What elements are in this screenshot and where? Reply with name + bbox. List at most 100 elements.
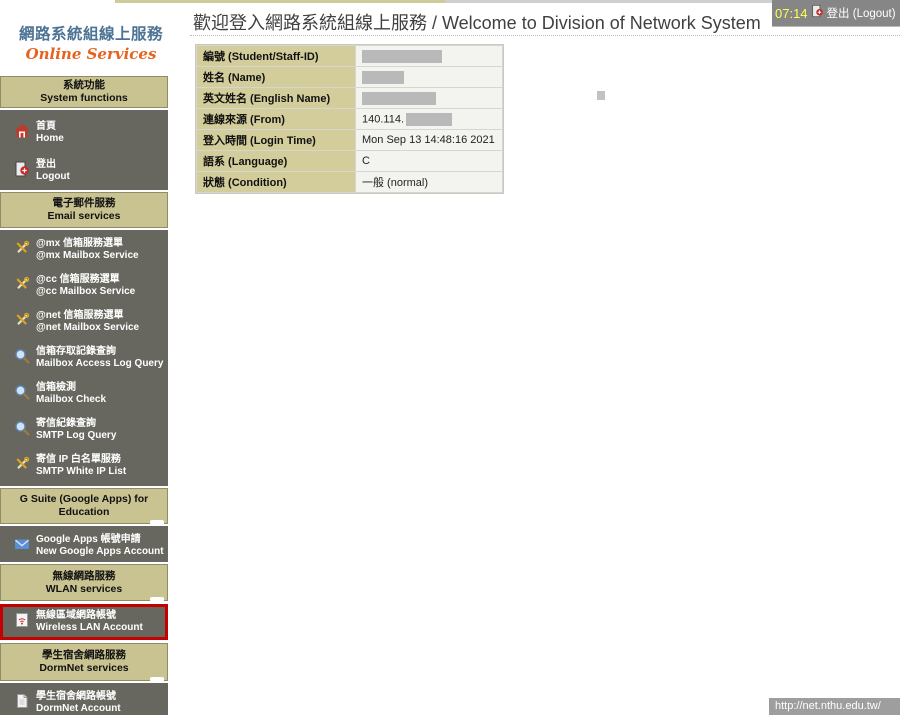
sidebar-item-net-mailbox-service[interactable]: @net 信箱服務選單@net Mailbox Service xyxy=(0,304,168,340)
sidebar-section-email-services: 電子郵件服務 Email services xyxy=(0,192,168,228)
browser-page: 網路系統組線上服務 Online Services 歡迎登入網路系統組線上服務 … xyxy=(0,0,900,715)
redacted-value xyxy=(406,113,452,126)
menu-block-system: 首頁Home 登出Logout xyxy=(0,110,168,190)
home-icon xyxy=(14,123,30,144)
sidebar-item-mailbox-check[interactable]: 信箱檢測Mailbox Check xyxy=(0,376,168,412)
section-header-en: System functions xyxy=(1,92,167,105)
menu-block-wlan-highlighted: 無線區域網路帳號Wireless LAN Account xyxy=(0,604,168,640)
sidebar-item-wireless-lan-account[interactable]: 無線區域網路帳號Wireless LAN Account xyxy=(3,607,165,637)
sidebar-item-cc-mailbox-service[interactable]: @cc 信箱服務選單@cc Mailbox Service xyxy=(0,268,168,304)
row-label: 姓名 (Name) xyxy=(197,67,355,87)
header-dash-decoration xyxy=(150,677,164,682)
section-header-cn: 學生宿舍網路服務 xyxy=(1,649,167,662)
sidebar-item-mx-mailbox-service[interactable]: @mx 信箱服務選單@mx Mailbox Service xyxy=(0,232,168,268)
row-label: 狀態 (Condition) xyxy=(197,172,355,192)
sidebar-section-system-functions: 系統功能 System functions xyxy=(0,76,168,108)
sidebar-item-home[interactable]: 首頁Home xyxy=(0,114,168,152)
sidebar-item-label: 信箱存取記錄查詢Mailbox Access Log Query xyxy=(36,346,163,370)
logout-label: 登出 (Logout) xyxy=(827,5,896,21)
tools-icon xyxy=(14,276,30,297)
row-value: Mon Sep 13 14:48:16 2021 xyxy=(356,130,502,150)
magnifier-icon xyxy=(14,420,30,441)
section-header-en: WLAN services xyxy=(1,583,167,596)
sidebar-item-dormnet-account[interactable]: 學生宿舍網路帳號DormNet Account xyxy=(0,685,168,715)
broken-image-placeholder xyxy=(597,91,605,100)
menu-block-gsuite: Google Apps 帳號申請New Google Apps Account xyxy=(0,526,168,562)
status-bar: http://net.nthu.edu.tw/ xyxy=(769,698,900,715)
table-row: 狀態 (Condition) 一般 (normal) xyxy=(197,172,502,192)
redacted-value xyxy=(362,71,404,84)
title-divider xyxy=(190,35,900,36)
document-icon xyxy=(14,693,30,714)
sidebar-section-gsuite: G Suite (Google Apps) for Education xyxy=(0,488,168,524)
row-label: 編號 (Student/Staff-ID) xyxy=(197,46,355,66)
row-label: 連線來源 (From) xyxy=(197,109,355,129)
row-label: 英文姓名 (English Name) xyxy=(197,88,355,108)
header-dash-decoration xyxy=(150,597,164,602)
sidebar-item-label: 登出Logout xyxy=(36,159,70,183)
header-dash-decoration xyxy=(150,520,164,525)
table-row: 連線來源 (From) 140.114. xyxy=(197,109,502,129)
row-value: 140.114. xyxy=(356,109,502,129)
magnifier-icon xyxy=(14,384,30,405)
clock-time: 07:14 xyxy=(775,6,808,21)
top-edge-strip-tan xyxy=(115,0,445,3)
magnifier-icon xyxy=(14,348,30,369)
sidebar-item-label: 無線區域網路帳號Wireless LAN Account xyxy=(36,610,143,634)
sidebar-item-logout[interactable]: 登出Logout xyxy=(0,152,168,190)
envelope-icon xyxy=(14,536,30,557)
tools-icon xyxy=(14,240,30,261)
site-logo-english: Online Services xyxy=(8,45,174,63)
section-header-en: DormNet services xyxy=(1,662,167,675)
section-header-line1: G Suite (Google Apps) for xyxy=(1,493,167,506)
row-label: 登入時間 (Login Time) xyxy=(197,130,355,150)
section-header-line2: Education xyxy=(1,506,167,519)
section-header-cn: 無線網路服務 xyxy=(1,570,167,583)
redacted-value xyxy=(362,92,436,105)
row-label: 語系 (Language) xyxy=(197,151,355,171)
tools-icon xyxy=(14,456,30,477)
section-header-cn: 電子郵件服務 xyxy=(1,197,167,210)
topbar-logout[interactable]: 07:14 登出 (Logout) xyxy=(772,0,900,27)
row-value: C xyxy=(356,151,502,171)
sidebar-section-wlan-services: 無線網路服務 WLAN services xyxy=(0,564,168,601)
sidebar-item-label: 信箱檢測Mailbox Check xyxy=(36,382,106,406)
sidebar-item-smtp-white-ip-list[interactable]: 寄信 IP 白名單服務SMTP White IP List xyxy=(0,448,168,484)
sidebar-item-mailbox-access-log-query[interactable]: 信箱存取記錄查詢Mailbox Access Log Query xyxy=(0,340,168,376)
section-header-cn: 系統功能 xyxy=(1,79,167,92)
user-info-table: 編號 (Student/Staff-ID) 姓名 (Name) 英文姓名 (En… xyxy=(195,44,504,194)
top-edge-strip-gray xyxy=(445,0,772,3)
sidebar-item-new-google-apps-account[interactable]: Google Apps 帳號申請New Google Apps Account xyxy=(0,528,168,564)
sidebar-item-smtp-log-query[interactable]: 寄信紀錄查詢SMTP Log Query xyxy=(0,412,168,448)
sidebar-item-label: 寄信紀錄查詢SMTP Log Query xyxy=(36,418,116,442)
section-header-en: Email services xyxy=(1,210,167,223)
logout-icon xyxy=(811,4,824,23)
row-value xyxy=(356,67,502,87)
sidebar-item-label: 寄信 IP 白名單服務SMTP White IP List xyxy=(36,454,126,478)
menu-block-email: @mx 信箱服務選單@mx Mailbox Service @cc 信箱服務選單… xyxy=(0,230,168,486)
menu-block-dormnet: 學生宿舍網路帳號DormNet Account xyxy=(0,683,168,715)
sidebar-item-label: 學生宿舍網路帳號DormNet Account xyxy=(36,691,121,715)
site-logo-chinese: 網路系統組線上服務 xyxy=(8,22,174,44)
sidebar-item-label: Google Apps 帳號申請New Google Apps Account xyxy=(36,534,164,558)
table-row: 語系 (Language) C xyxy=(197,151,502,171)
row-value xyxy=(356,46,502,66)
redacted-value xyxy=(362,50,442,63)
sidebar-item-label: @mx 信箱服務選單@mx Mailbox Service xyxy=(36,238,139,262)
status-url: http://net.nthu.edu.tw/ xyxy=(775,700,881,712)
table-row: 姓名 (Name) xyxy=(197,67,502,87)
sidebar-item-label: @net 信箱服務選單@net Mailbox Service xyxy=(36,310,139,334)
site-logo: 網路系統組線上服務 Online Services xyxy=(8,22,174,63)
table-row: 英文姓名 (English Name) xyxy=(197,88,502,108)
sidebar-nav: 系統功能 System functions 首頁Home 登出Logout 電子… xyxy=(0,76,168,715)
sidebar-item-label: 首頁Home xyxy=(36,121,64,145)
sidebar-section-dormnet-services: 學生宿舍網路服務 DormNet services xyxy=(0,643,168,681)
tools-icon xyxy=(14,312,30,333)
table-row: 登入時間 (Login Time) Mon Sep 13 14:48:16 20… xyxy=(197,130,502,150)
row-value xyxy=(356,88,502,108)
wifi-document-icon xyxy=(14,612,30,633)
table-row: 編號 (Student/Staff-ID) xyxy=(197,46,502,66)
row-value: 一般 (normal) xyxy=(356,172,502,192)
logout-icon xyxy=(14,161,30,182)
ip-prefix: 140.114. xyxy=(362,113,404,125)
